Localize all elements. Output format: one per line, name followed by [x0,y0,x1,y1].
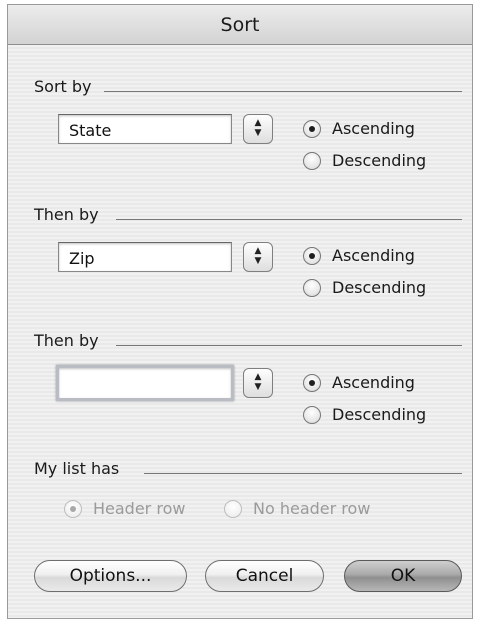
my-list-has-divider [144,473,462,474]
title-bar: Sort [8,5,472,45]
radio-selected-icon [309,380,315,386]
then-by-field-2[interactable] [56,365,234,401]
no-header-row-label[interactable]: No header row [253,499,370,518]
sort-by-field[interactable]: State [58,114,232,144]
then-by-1-descending-radio[interactable] [303,279,321,297]
then-by-1-ascending-label[interactable]: Ascending [332,246,415,265]
sort-by-descending-radio[interactable] [303,152,321,170]
sort-by-label: Sort by [34,77,92,96]
my-list-has-label: My list has [34,459,120,478]
cancel-button[interactable]: Cancel [205,560,324,592]
sort-dialog: Sort Sort by State ▲ ▼ Ascending Descendi… [7,4,473,619]
then-by-2-descending-label[interactable]: Descending [332,405,426,424]
then-by-2-descending-radio[interactable] [303,406,321,424]
then-by-field-1[interactable]: Zip [58,242,232,272]
sort-by-descending-label[interactable]: Descending [332,151,426,170]
then-by-2-ascending-radio[interactable] [303,374,321,392]
then-by-2-ascending-label[interactable]: Ascending [332,373,415,392]
then-by-divider-2 [116,345,462,346]
up-down-arrows-icon: ▲ ▼ [254,246,262,266]
header-row-radio[interactable] [64,500,82,518]
radio-selected-icon [309,253,315,259]
then-by-label-1: Then by [34,205,99,224]
then-by-divider-1 [116,219,462,220]
sort-by-divider [104,91,462,92]
sort-by-ascending-radio[interactable] [303,120,321,138]
radio-selected-icon [70,506,76,512]
no-header-row-radio[interactable] [224,500,242,518]
sort-by-stepper[interactable]: ▲ ▼ [243,114,273,144]
then-by-1-ascending-radio[interactable] [303,247,321,265]
then-by-stepper-2[interactable]: ▲ ▼ [243,368,273,398]
dialog-title: Sort [220,14,260,36]
header-row-label[interactable]: Header row [93,499,185,518]
radio-selected-icon [309,126,315,132]
then-by-1-descending-label[interactable]: Descending [332,278,426,297]
then-by-stepper-1[interactable]: ▲ ▼ [243,242,273,272]
ok-button[interactable]: OK [344,560,462,592]
up-down-arrows-icon: ▲ ▼ [254,118,262,138]
then-by-label-2: Then by [34,331,99,350]
options-button[interactable]: Options... [34,560,187,592]
sort-by-ascending-label[interactable]: Ascending [332,119,415,138]
up-down-arrows-icon: ▲ ▼ [254,372,262,392]
